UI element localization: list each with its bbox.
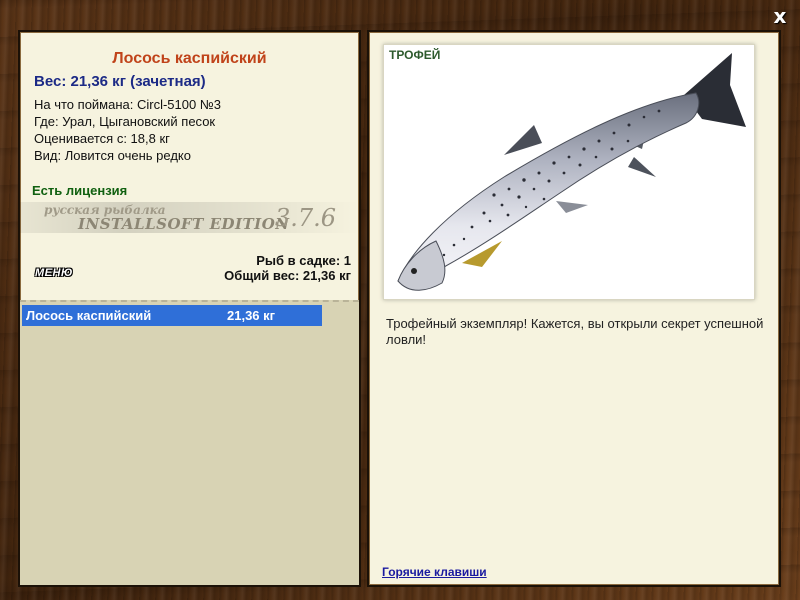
list-item-name: Лосось каспийский [26,308,152,323]
trophy-panel: ТРОФЕЙ Трофейный экземпляр! Кажется, вы … [367,30,781,587]
menu-button[interactable]: МЕНЮ [35,267,73,279]
fish-photo-frame: ТРОФЕЙ [383,44,755,300]
license-status: Есть лицензия [32,183,128,198]
fish-name-title: Лосось каспийский [112,50,267,67]
close-icon[interactable]: x [774,4,787,28]
trophy-threshold-line: Оценивается с: 18,8 кг [34,131,170,146]
close-button[interactable]: x [770,5,790,27]
keepnet-stats: Рыб в садке: 1 Общий вес: 21,36 кг [224,253,351,283]
catch-info-panel: Лосось каспийский Вес: 21,36 кг (зачетна… [18,30,361,587]
brand-edition: Installsoft Edition [78,215,290,233]
catch-details: На что поймана: Circl-5100 №3 Где: Урал,… [34,96,221,164]
hotkeys-link[interactable]: Горячие клавиши [382,565,487,579]
brand-version: 3.7.6 [275,204,337,232]
list-item-weight: 21,36 кг [227,308,276,323]
keepnet-list: Лосось каспийский 21,36 кг [20,300,359,585]
rarity-line: Вид: Ловится очень редко [34,148,191,163]
salmon-image [397,53,746,291]
fish-count: Рыб в садке: 1 [256,253,351,268]
trophy-description: Трофейный экземпляр! Кажется, вы открыли… [386,316,764,347]
fish-weight: Вес: 21,36 кг (зачетная) [34,73,206,90]
bait-line: На что поймана: Circl-5100 №3 [34,97,222,112]
total-weight: Общий вес: 21,36 кг [224,268,351,283]
location-line: Где: Урал, Цыгановский песок [34,114,216,129]
list-item[interactable]: Лосось каспийский 21,36 кг [22,305,322,326]
